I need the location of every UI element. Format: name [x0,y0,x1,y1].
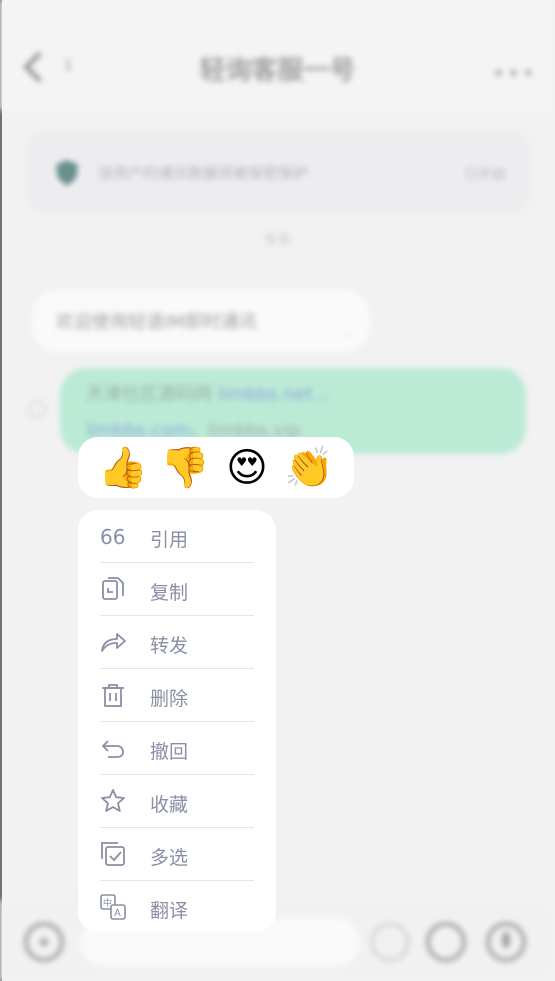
menu-item-label: 转发 [150,635,189,657]
menu-item-recall[interactable]: 撤回 [100,723,254,775]
menu-item-label: 收藏 [150,794,189,816]
menu-divider [100,668,254,669]
reaction-bar: 👍 👎 😍 👏 [78,437,354,498]
menu-item-multiselect[interactable]: 多选 [100,829,254,881]
reaction-clapping-hands[interactable]: 👏 [284,443,334,493]
svg-text:66: 66 [100,525,125,549]
menu-item-favorite[interactable]: 收藏 [100,776,254,828]
undo-icon [102,740,124,758]
menu-divider [100,721,254,722]
menu-divider [100,880,254,881]
menu-item-copy[interactable]: 复制 [100,564,254,616]
svg-text:A: A [114,908,121,919]
trash-icon [102,684,124,707]
menu-item-label: 复制 [150,582,189,604]
menu-divider [100,562,254,563]
menu-item-label: 删除 [150,688,189,710]
menu-divider [100,615,254,616]
menu-divider [100,827,254,828]
multiselect-icon [101,842,125,866]
menu-item-forward[interactable]: 转发 [100,617,254,669]
quote-icon: 66 [100,525,125,549]
menu-item-quote[interactable]: 66 引用 [100,511,254,563]
menu-item-delete[interactable]: 删除 [100,670,254,722]
menu-item-label: 撤回 [150,741,189,763]
forward-icon [101,633,126,652]
menu-item-translate[interactable]: 中 A 翻译 [100,882,254,934]
reaction-heart-eyes[interactable]: 😍 [222,443,272,493]
reaction-thumbs-up[interactable]: 👍 [98,443,148,493]
star-icon [101,789,125,812]
menu-item-label: 多选 [150,847,189,869]
menu-item-label: 翻译 [150,900,189,922]
message-context-menu: 66 引用 复制 转发 删除 撤回 收藏 多选 中 A 翻译 [78,510,276,932]
reaction-thumbs-down[interactable]: 👎 [160,443,210,493]
copy-icon [102,577,124,600]
translate-icon: 中 A [100,894,126,920]
menu-divider [100,774,254,775]
menu-item-label: 引用 [150,529,189,551]
